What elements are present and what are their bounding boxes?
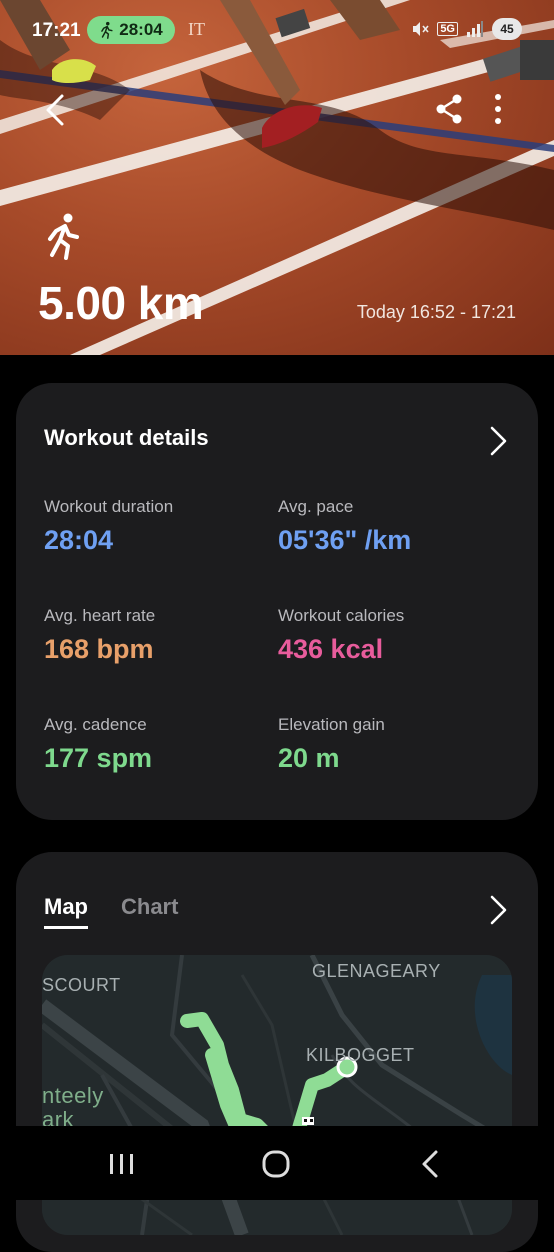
metric-value: 436 kcal — [278, 634, 384, 664]
metric-avg-cadence: Avg. cadence 177 spm — [44, 715, 274, 774]
workout-details-title: Workout details — [44, 425, 209, 450]
map-label: GLENAGEARY — [312, 961, 441, 981]
metric-label: Workout duration — [44, 497, 174, 516]
map-label: KILBOGGET — [306, 1045, 415, 1065]
system-navigation-bar — [0, 1126, 554, 1200]
workout-timer-text: 28:04 — [119, 20, 163, 39]
recent-apps-icon[interactable] — [102, 1144, 142, 1184]
metric-value: 28:04 — [44, 525, 114, 555]
tab-chart[interactable]: Chart — [121, 894, 178, 929]
metric-label: Avg. cadence — [44, 715, 147, 734]
system-icons: 5G 45 — [411, 18, 522, 40]
battery-indicator: 45 — [492, 18, 522, 40]
metric-value: 168 bpm — [44, 634, 154, 664]
metric-workout-calories: Workout calories 436 kcal — [278, 606, 508, 665]
map-chart-tabs: Map Chart — [44, 894, 178, 929]
metric-label: Workout calories — [278, 606, 405, 625]
workout-date-range: Today 16:52 - 17:21 — [356, 302, 516, 322]
running-icon — [44, 212, 80, 260]
workout-details-card[interactable]: Workout details Workout duration 28:04 A… — [16, 383, 538, 820]
tab-map[interactable]: Map — [44, 894, 88, 929]
back-icon[interactable] — [412, 1144, 452, 1184]
network-type-label: 5G — [437, 22, 458, 36]
metric-label: Avg. pace — [278, 497, 354, 516]
mute-icon — [413, 22, 429, 36]
back-arrow-icon[interactable] — [40, 90, 72, 130]
running-icon — [101, 21, 113, 39]
metric-value: 177 spm — [44, 743, 153, 773]
map-label: SCOURT — [42, 975, 121, 995]
share-icon[interactable] — [432, 92, 466, 126]
more-vert-icon[interactable] — [486, 92, 510, 126]
metric-avg-pace: Avg. pace 05'36" /km — [278, 497, 508, 556]
home-icon[interactable] — [256, 1144, 296, 1184]
chevron-right-icon[interactable] — [486, 894, 510, 926]
metric-value: 20 m — [278, 743, 340, 773]
metric-elevation-gain: Elevation gain 20 m — [278, 715, 508, 774]
carrier-label: IT — [188, 19, 205, 39]
metric-workout-duration: Workout duration 28:04 — [44, 497, 274, 556]
map-label: nteely — [42, 1083, 104, 1108]
signal-icon — [467, 21, 483, 37]
metric-label: Elevation gain — [278, 715, 385, 734]
metric-value: 05'36" /km — [278, 525, 412, 555]
hero-banner: 17:21 28:04 IT 5G 45 5.00 km Today 16:52… — [0, 0, 554, 355]
chevron-right-icon[interactable] — [486, 425, 510, 457]
distance-value: 5.00 km — [38, 277, 204, 329]
metric-avg-heart-rate: Avg. heart rate 168 bpm — [44, 606, 274, 665]
metric-label: Avg. heart rate — [44, 606, 156, 625]
status-bar: 17:21 28:04 IT 5G 45 — [0, 14, 554, 46]
status-time: 17:21 — [32, 20, 81, 41]
workout-timer-pill[interactable]: 28:04 — [87, 16, 175, 44]
